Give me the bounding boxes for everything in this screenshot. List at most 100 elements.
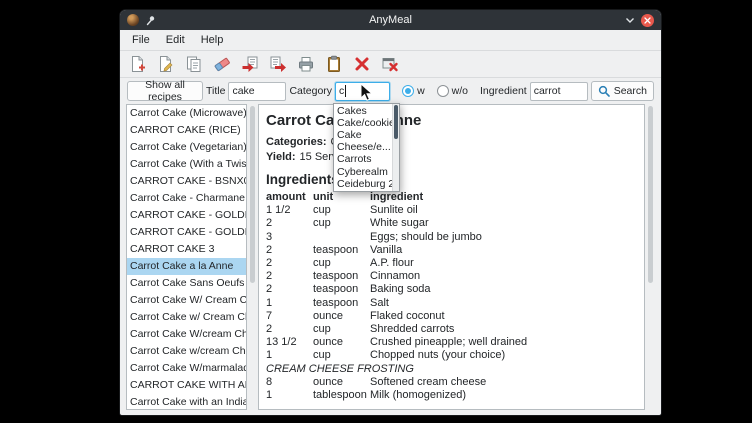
recipe-list-item[interactable]: Carrot Cake W/ Cream Ch... [127, 292, 246, 309]
recipe-view: Carrot Cake a la Anne Categories:Cakes Y… [258, 104, 645, 410]
cell-ingredient: A.P. flour [370, 257, 637, 270]
cell-unit: ounce [313, 376, 370, 389]
cell-ingredient: Vanilla [370, 244, 637, 257]
app-icon [127, 14, 139, 26]
cell-unit: cup [313, 349, 370, 362]
recipe-list-item[interactable]: Carrot Cake W/marmalad... [127, 360, 246, 377]
without-radio-group: w/o [437, 85, 468, 97]
print-recipe-button[interactable] [296, 54, 316, 74]
dropdown-item[interactable]: Carrots [334, 153, 392, 165]
dropdown-scrollbar-handle[interactable] [394, 105, 398, 140]
with-radio[interactable] [402, 85, 414, 97]
import-icon [241, 55, 259, 73]
cell-unit: teaspoon [313, 244, 370, 257]
printer-icon [297, 55, 315, 73]
cell-amount: 2 [266, 244, 313, 257]
recipe-list-item[interactable]: Carrot Cake Sans Oeufs [127, 275, 246, 292]
cell-unit: cup [313, 323, 370, 336]
recipe-list-item[interactable]: CARROT CAKE WITH AN I... [127, 377, 246, 394]
quit-button[interactable] [380, 54, 400, 74]
recipe-yield: Yield:15 Servings [266, 151, 637, 164]
import-recipes-button[interactable] [240, 54, 260, 74]
category-dropdown: Cakes Cake/cookie Cake Cheese/e... Carro… [333, 103, 400, 192]
cell-ingredient: Eggs; should be jumbo [370, 231, 637, 244]
pin-button[interactable] [145, 15, 156, 26]
cell-amount: 8 [266, 376, 313, 389]
cell-unit: cup [313, 217, 370, 230]
menu-edit[interactable]: Edit [159, 32, 192, 48]
cell-unit: teaspoon [313, 283, 370, 296]
dropdown-item[interactable]: Cakes [334, 105, 392, 117]
cell-unit: teaspoon [313, 270, 370, 283]
recipe-list-scrollbar[interactable] [248, 104, 257, 410]
recipe-list-item[interactable]: CARROT CAKE - GOLDBECK [127, 224, 246, 241]
dropdown-item[interactable]: Cyberealm [334, 166, 392, 178]
toolbar [120, 51, 661, 78]
recipe-title: Carrot Cake a la Anne [266, 112, 637, 129]
cell-amount: 2 [266, 283, 313, 296]
cell-unit [313, 231, 370, 244]
ingredient-input[interactable] [530, 82, 588, 101]
search-icon [598, 85, 610, 97]
dropdown-scrollbar[interactable] [392, 104, 399, 191]
close-button[interactable] [641, 14, 654, 27]
recipe-list-item[interactable]: CARROT CAKE (RICE) [127, 122, 246, 139]
category-label: Category [289, 85, 332, 97]
export-icon [269, 55, 287, 73]
yield-label: Yield: [266, 151, 296, 163]
dropdown-item[interactable]: Ceideburg 2 [334, 178, 392, 190]
cell-amount: 1 [266, 349, 313, 362]
recipe-list-item[interactable]: CARROT CAKE - GOLDBECK [127, 207, 246, 224]
recipe-list-item-selected[interactable]: Carrot Cake a la Anne [127, 258, 246, 275]
menu-file[interactable]: File [125, 32, 157, 48]
recipe-list-item[interactable]: Carrot Cake w/ Cream Che... [127, 309, 246, 326]
recipe-list-item[interactable]: Carrot Cake (Microwave) [127, 105, 246, 122]
recipe-list-item[interactable]: CARROT CAKE 3 [127, 241, 246, 258]
cell-unit: cup [313, 257, 370, 270]
close-icon [644, 17, 651, 24]
cell-ingredient: Cinnamon [370, 270, 637, 283]
recipe-list: Carrot Cake (Microwave) CARROT CAKE (RIC… [126, 104, 247, 410]
recipe-list-item[interactable]: Carrot Cake with an India... [127, 394, 246, 410]
recipe-list-item[interactable]: Carrot Cake w/cream Che... [127, 343, 246, 360]
export-recipe-button[interactable] [268, 54, 288, 74]
edit-recipe-icon [157, 55, 175, 73]
cell-unit: tablespoon [313, 389, 370, 402]
recipe-view-scrollbar[interactable] [646, 104, 655, 410]
recipe-list-item[interactable]: Carrot Cake - Charmane A... [127, 190, 246, 207]
quit-icon [381, 55, 399, 73]
without-radio[interactable] [437, 85, 449, 97]
cell-ingredient: White sugar [370, 217, 637, 230]
recipe-list-scrollbar-handle[interactable] [250, 106, 255, 283]
menu-help[interactable]: Help [194, 32, 231, 48]
edit-recipe-button[interactable] [156, 54, 176, 74]
recipe-list-item[interactable]: Carrot Cake (With a Twist) [127, 156, 246, 173]
minimize-button[interactable] [625, 17, 635, 24]
cell-amount: 2 [266, 257, 313, 270]
search-button[interactable]: Search [591, 81, 654, 101]
text-caret [345, 85, 346, 97]
title-input[interactable] [228, 82, 286, 101]
copy-recipe-icon [185, 55, 203, 73]
recipe-list-item[interactable]: Carrot Cake (Vegetarian) [127, 139, 246, 156]
new-recipe-button[interactable] [128, 54, 148, 74]
dropdown-item[interactable]: Cake/cookie [334, 117, 392, 129]
dropdown-item[interactable]: Cake [334, 129, 392, 141]
pin-icon [145, 15, 156, 26]
cell-ingredient: Flaked coconut [370, 310, 637, 323]
delete-recipe-button[interactable] [352, 54, 372, 74]
anymeal-window: AnyMeal File Edit Help [120, 10, 661, 415]
eraser-icon [213, 55, 231, 73]
titlebar[interactable]: AnyMeal [120, 10, 661, 30]
copy-to-clipboard-button[interactable] [324, 54, 344, 74]
menubar: File Edit Help [120, 30, 661, 51]
show-all-recipes-button[interactable]: Show all recipes [127, 81, 203, 101]
copy-recipe-button[interactable] [184, 54, 204, 74]
recipe-view-scrollbar-handle[interactable] [648, 106, 653, 283]
ingredients-table: amount unit ingredient 1 1/2 cup Sunlite… [266, 191, 637, 402]
recipe-list-item[interactable]: Carrot Cake W/cream Che... [127, 326, 246, 343]
dropdown-item[interactable]: Cheese/e... [334, 141, 392, 153]
erase-button[interactable] [212, 54, 232, 74]
cell-unit: cup [313, 204, 370, 217]
recipe-list-item[interactable]: CARROT CAKE - BSNX01A [127, 173, 246, 190]
